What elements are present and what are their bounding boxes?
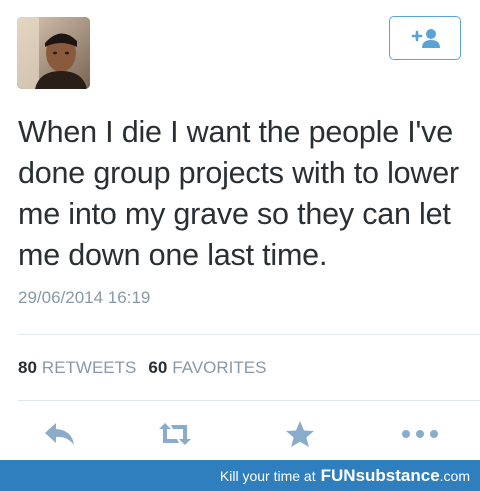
tweet-text: When I die I want the people I've done g… bbox=[18, 115, 459, 272]
retweets-count: 80 bbox=[18, 358, 37, 377]
footer-banner[interactable]: Kill your time at FUNsubstance.com bbox=[0, 460, 480, 491]
footer-brand-fun: FUN bbox=[320, 465, 356, 485]
divider bbox=[18, 334, 480, 335]
tweet-stats: 80 RETWEETS 60 FAVORITES bbox=[18, 358, 278, 378]
favorites-label: FAVORITES bbox=[172, 358, 267, 377]
star-icon bbox=[286, 421, 314, 447]
footer-brand-dotcom: .com bbox=[439, 467, 470, 484]
favorites-count: 60 bbox=[148, 358, 168, 377]
reply-button[interactable] bbox=[38, 414, 82, 454]
favorite-button[interactable] bbox=[278, 414, 322, 454]
avatar-image bbox=[17, 17, 90, 89]
footer-brand: FUNsubstance.com bbox=[321, 466, 470, 486]
retweets-label: RETWEETS bbox=[41, 358, 137, 377]
favorites-stat[interactable]: 60 FAVORITES bbox=[148, 358, 266, 378]
avatar[interactable] bbox=[17, 17, 90, 89]
add-user-icon bbox=[411, 29, 440, 48]
retweet-icon bbox=[159, 423, 191, 445]
more-button[interactable] bbox=[398, 414, 442, 454]
more-dots-icon bbox=[402, 430, 438, 438]
follow-button[interactable] bbox=[389, 16, 461, 60]
footer-prefix: Kill your time at bbox=[219, 467, 316, 484]
tweet-card: When I die I want the people I've done g… bbox=[0, 0, 480, 460]
tweet-actions bbox=[0, 410, 480, 458]
divider bbox=[18, 400, 480, 401]
retweet-button[interactable] bbox=[153, 414, 197, 454]
footer-brand-sub: substance bbox=[355, 465, 440, 485]
tweet-timestamp[interactable]: 29/06/2014 16:19 bbox=[18, 288, 150, 308]
reply-icon bbox=[45, 423, 74, 445]
retweets-stat[interactable]: 80 RETWEETS bbox=[18, 358, 136, 378]
